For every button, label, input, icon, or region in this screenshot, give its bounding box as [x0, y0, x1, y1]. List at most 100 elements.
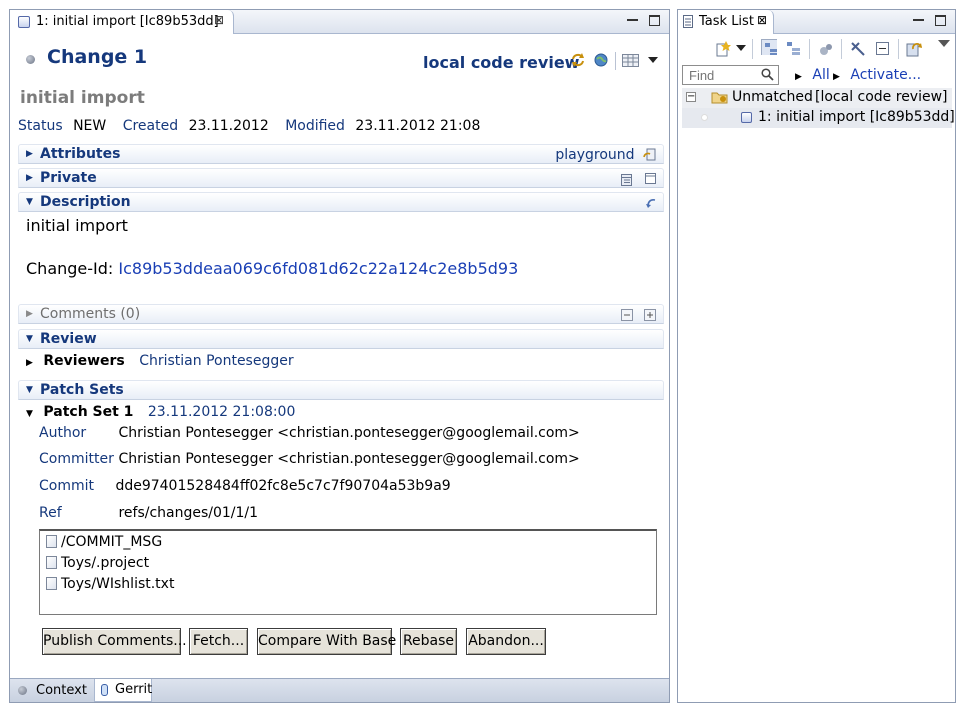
tab-gerrit[interactable]: Gerrit [94, 679, 152, 702]
section-private-title[interactable]: Private [40, 170, 97, 186]
tree-task-row[interactable]: 1: initial import [Ic89b53dd] [682, 108, 955, 128]
tab-context[interactable]: Context [12, 680, 92, 702]
repository-label: local code review [423, 53, 580, 72]
chevron-right-icon: ▶ [795, 72, 802, 82]
file-name[interactable]: Toys/WIshlist.txt [61, 576, 174, 592]
patch-set-date: 23.11.2012 21:08:00 [147, 404, 296, 420]
new-task-icon[interactable] [715, 41, 731, 57]
filter-all-link[interactable]: All [812, 67, 829, 83]
section-review-title[interactable]: Review [40, 331, 97, 347]
chevron-down-icon[interactable]: ▼ [26, 409, 33, 419]
maximize-icon[interactable] [649, 15, 660, 26]
task-list-tab[interactable]: Task List ⊠ [678, 10, 774, 34]
toolbar-separator [841, 39, 842, 59]
abandon-button[interactable]: Abandon... [466, 628, 546, 655]
section-patch-sets-title[interactable]: Patch Sets [40, 382, 124, 398]
chevron-down-icon[interactable]: ▼ [26, 334, 33, 344]
task-label[interactable]: 1: initial import [Ic89b53dd] [758, 109, 955, 125]
close-icon[interactable]: ⊠ [757, 13, 767, 27]
tree-category-row[interactable]: − Unmatched [local code review] [682, 88, 952, 108]
filter-all[interactable]: ▶ All [795, 67, 830, 83]
committer-value: Christian Pontesegger <christian.pontese… [118, 451, 580, 467]
status-label: Status [18, 118, 63, 134]
categorized-view-icon[interactable] [761, 39, 777, 55]
minimize-icon[interactable] [913, 15, 924, 21]
section-description-title[interactable]: Description [40, 194, 131, 210]
list-item[interactable]: /COMMIT_MSG [46, 534, 650, 555]
collapse-node-icon[interactable]: − [686, 92, 696, 102]
section-review[interactable]: ▼ Review [18, 329, 664, 349]
refresh-attributes-icon[interactable] [643, 148, 657, 162]
reviewers-value: Christian Pontesegger [139, 353, 294, 369]
synchronize-icon[interactable] [570, 52, 586, 68]
section-patch-sets[interactable]: ▼ Patch Sets [18, 380, 664, 400]
section-comments-title[interactable]: Comments (0) [40, 306, 140, 322]
collapse-all-icon[interactable] [620, 308, 634, 322]
chevron-down-icon[interactable]: ▼ [26, 197, 33, 207]
task-icon [741, 112, 752, 123]
section-private[interactable]: ▶ Private [18, 168, 664, 188]
modified-value: 23.11.2012 21:08 [355, 118, 481, 134]
author-row: Author Christian Pontesegger <christian.… [39, 425, 580, 441]
patch-set-title[interactable]: Patch Set 1 [43, 404, 133, 420]
change-id-link[interactable]: Ic89b53ddeaa069c6fd081d62c22a124c2e8b5d9… [118, 259, 518, 278]
list-item[interactable]: Toys/WIshlist.txt [46, 576, 650, 597]
chevron-right-icon[interactable]: ▶ [26, 173, 33, 183]
minimize-icon[interactable] [627, 15, 638, 21]
reviewers-row[interactable]: ▶ Reviewers Christian Pontesegger [26, 353, 294, 369]
commit-row: Commit dde97401528484ff02fc8e5c7c7f90704… [39, 478, 451, 494]
folder-icon [711, 92, 728, 104]
fetch-button[interactable]: Fetch... [189, 628, 248, 655]
ref-value[interactable]: refs/changes/01/1/1 [118, 505, 258, 521]
commit-value[interactable]: dde97401528484ff02fc8e5c7c7f90704a53b9a9 [115, 478, 450, 494]
activate-link[interactable]: Activate... [850, 67, 921, 83]
notes-icon[interactable] [645, 173, 657, 185]
chevron-down-icon[interactable] [736, 45, 752, 61]
maximize-icon[interactable] [935, 15, 946, 26]
chevron-right-icon[interactable]: ▶ [26, 309, 33, 319]
rebase-button[interactable]: Rebase [400, 628, 457, 655]
created-value: 23.11.2012 [188, 118, 269, 134]
expand-all-icon[interactable] [644, 308, 657, 322]
synchronize-icon[interactable] [906, 41, 922, 57]
search-icon [761, 68, 774, 81]
gerrit-task-editor: 1: initial import [Ic89b53dd] ⊠ Change 1… [9, 9, 670, 703]
patch-set-row[interactable]: ▼ Patch Set 1 23.11.2012 21:08:00 [26, 404, 295, 420]
publish-comments-button[interactable]: Publish Comments... [42, 628, 187, 655]
task-icon [18, 16, 30, 28]
task-status-dot-icon[interactable] [701, 114, 708, 121]
calendar-icon[interactable] [620, 173, 633, 186]
file-name[interactable]: Toys/.project [61, 555, 149, 571]
task-list-menu-icon[interactable] [622, 54, 640, 68]
filter-activate[interactable]: ▶ Activate... [833, 67, 921, 83]
focus-workweek-icon[interactable] [818, 41, 834, 57]
hide-completed-icon[interactable] [850, 41, 866, 57]
view-menu-icon[interactable] [938, 40, 954, 56]
open-in-browser-icon[interactable] [594, 53, 608, 67]
patch-set-file-list[interactable]: /COMMIT_MSG Toys/.project Toys/WIshlist.… [39, 529, 657, 615]
reply-icon[interactable] [645, 197, 657, 209]
editor-tab[interactable]: 1: initial import [Ic89b53dd] ⊠ [10, 10, 234, 34]
chevron-right-icon[interactable]: ▶ [26, 149, 33, 159]
reviewers-label[interactable]: Reviewers [43, 353, 124, 369]
section-comments[interactable]: ▶ Comments (0) [18, 304, 664, 324]
close-icon[interactable]: ⊠ [214, 13, 224, 27]
section-attributes[interactable]: ▶ Attributes playground [18, 144, 664, 164]
tab-context-label: Context [36, 683, 87, 698]
description-tools [645, 195, 657, 211]
compare-with-base-button[interactable]: Compare With Base [257, 628, 396, 655]
category-label[interactable]: Unmatched [732, 89, 813, 105]
committer-label: Committer [39, 451, 114, 467]
section-description[interactable]: ▼ Description [18, 192, 664, 212]
scheduled-view-icon[interactable] [786, 41, 802, 57]
chevron-down-icon[interactable] [648, 57, 658, 64]
list-item[interactable]: Toys/.project [46, 555, 650, 576]
chevron-right-icon[interactable]: ▶ [26, 358, 33, 368]
task-list-toolbar [678, 36, 955, 62]
section-attributes-title[interactable]: Attributes [40, 146, 120, 162]
status-value: NEW [73, 118, 107, 134]
collapse-all-icon[interactable] [875, 41, 891, 57]
toolbar-separator [809, 39, 810, 59]
file-name[interactable]: /COMMIT_MSG [61, 534, 162, 550]
chevron-down-icon[interactable]: ▼ [26, 385, 33, 395]
